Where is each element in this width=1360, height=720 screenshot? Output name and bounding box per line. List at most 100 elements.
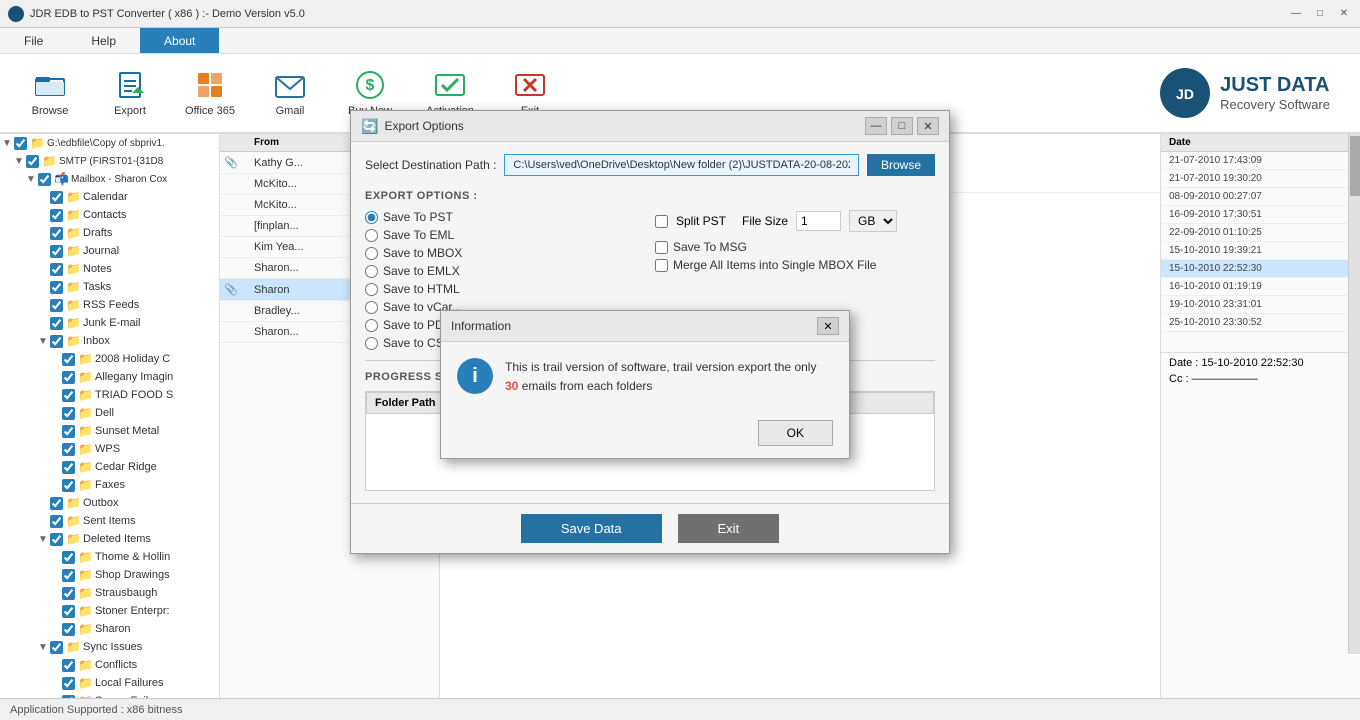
sidebar-item-calendar[interactable]: 📁 Calendar <box>0 188 219 206</box>
option-eml[interactable]: Save To EML <box>365 228 645 242</box>
sidebar-subitem-holiday[interactable]: 📁 2008 Holiday C <box>0 350 219 368</box>
menu-help[interactable]: Help <box>67 28 140 53</box>
sidebar-label: 2008 Holiday C <box>95 353 170 365</box>
gmail-button[interactable]: Gmail <box>250 58 330 128</box>
sidebar-label: Cedar Ridge <box>95 461 157 473</box>
date-row[interactable]: 21-07-2010 17:43:09 <box>1161 152 1360 170</box>
close-button[interactable]: ✕ <box>1336 6 1352 22</box>
date-row[interactable]: 22-09-2010 01:10:25 <box>1161 224 1360 242</box>
sidebar-subitem-server[interactable]: 📁 Server Failures <box>0 692 219 698</box>
sidebar-label: Deleted Items <box>83 533 151 545</box>
sidebar-subitem-local[interactable]: 📁 Local Failures <box>0 674 219 692</box>
sidebar-label: RSS Feeds <box>83 299 139 311</box>
path-label: Select Destination Path : <box>365 158 496 172</box>
date-row[interactable]: 15-10-2010 22:52:30 <box>1161 260 1360 278</box>
scrollbar[interactable] <box>1348 134 1360 654</box>
sidebar-item-outbox[interactable]: 📁 Outbox <box>0 494 219 512</box>
path-row: Select Destination Path : Browse <box>365 154 935 176</box>
office365-label: Office 365 <box>185 105 235 117</box>
sidebar-subitem-shop[interactable]: 📁 Shop Drawings <box>0 566 219 584</box>
sidebar-subitem-dell[interactable]: 📁 Dell <box>0 404 219 422</box>
sidebar-item-sent[interactable]: 📁 Sent Items <box>0 512 219 530</box>
exit-dialog-button[interactable]: Exit <box>678 514 780 543</box>
date-row[interactable]: 21-07-2010 19:30:20 <box>1161 170 1360 188</box>
split-pst-checkbox[interactable] <box>655 215 668 228</box>
info-dialog-close[interactable]: ✕ <box>817 317 839 335</box>
svg-text:JD: JD <box>1176 86 1194 102</box>
export-dialog-title: Export Options <box>384 119 463 133</box>
date-row[interactable]: 16-09-2010 17:30:51 <box>1161 206 1360 224</box>
folder-icon: 📁 <box>66 190 80 204</box>
buynow-icon: $ <box>354 69 386 101</box>
folder-icon: 📁 <box>66 280 80 294</box>
sidebar-label: Sent Items <box>83 515 136 527</box>
date-row[interactable]: 15-10-2010 19:39:21 <box>1161 242 1360 260</box>
dialog-close-button[interactable]: ✕ <box>917 117 939 135</box>
sidebar-item-inbox[interactable]: ▼ 📁 Inbox <box>0 332 219 350</box>
save-data-button[interactable]: Save Data <box>521 514 662 543</box>
dialog-minimize-button[interactable]: — <box>865 117 887 135</box>
option-emlx[interactable]: Save to EMLX <box>365 264 645 278</box>
folder-icon: 📁 <box>78 622 92 636</box>
split-unit-select[interactable]: GB MB <box>849 210 897 232</box>
sidebar-subitem-sharon[interactable]: 📁 Sharon <box>0 620 219 638</box>
sidebar-item-deleted[interactable]: ▼ 📁 Deleted Items <box>0 530 219 548</box>
office365-button[interactable]: Office 365 <box>170 58 250 128</box>
sidebar-subitem-sunset[interactable]: 📁 Sunset Metal <box>0 422 219 440</box>
folder-icon: 📁 <box>66 226 80 240</box>
sidebar-subitem-faxes[interactable]: 📁 Faxes <box>0 476 219 494</box>
date-row[interactable]: 25-10-2010 23:30:52 <box>1161 314 1360 332</box>
menu-file[interactable]: File <box>0 28 67 53</box>
browse-button[interactable]: Browse <box>10 58 90 128</box>
option-mbox-single[interactable]: Merge All Items into Single MBOX File <box>655 258 935 272</box>
browse-dialog-button[interactable]: Browse <box>867 154 935 176</box>
sidebar-item-tasks[interactable]: 📁 Tasks <box>0 278 219 296</box>
app-icon <box>8 6 24 22</box>
sidebar-subitem-wps[interactable]: 📁 WPS <box>0 440 219 458</box>
sidebar-subitem-triad[interactable]: 📁 TRIAD FOOD S <box>0 386 219 404</box>
sidebar-item-drafts[interactable]: 📁 Drafts <box>0 224 219 242</box>
sidebar-item-contacts[interactable]: 📁 Contacts <box>0 206 219 224</box>
dialog-maximize-button[interactable]: □ <box>891 117 913 135</box>
export-dialog-footer: Save Data Exit <box>351 503 949 553</box>
sidebar-item-notes[interactable]: 📁 Notes <box>0 260 219 278</box>
sidebar-label: Thome & Hollin <box>95 551 170 563</box>
option-html[interactable]: Save to HTML <box>365 282 645 296</box>
info-dialog-body: i This is trail version of software, tra… <box>441 342 849 412</box>
sidebar-item-journal[interactable]: 📁 Journal <box>0 242 219 260</box>
sidebar-item-mailbox[interactable]: ▼ 📬 Mailbox - Sharon Cox <box>0 170 219 188</box>
email-sender: McKito... <box>254 199 355 211</box>
sidebar-subitem-stoner[interactable]: 📁 Stoner Enterpr: <box>0 602 219 620</box>
sidebar-item-sync[interactable]: ▼ 📁 Sync Issues <box>0 638 219 656</box>
export-dialog-titlebar: 🔄 Export Options — □ ✕ <box>351 111 949 142</box>
sidebar-subitem-straus[interactable]: 📁 Strausbaugh <box>0 584 219 602</box>
sidebar-subitem-cedar[interactable]: 📁 Cedar Ridge <box>0 458 219 476</box>
menu-about[interactable]: About <box>140 28 219 53</box>
sidebar-label: Allegany Imagin <box>95 371 173 383</box>
sidebar-label: Outbox <box>83 497 118 509</box>
sidebar-item-junk[interactable]: 📁 Junk E-mail <box>0 314 219 332</box>
sidebar-item-root[interactable]: ▼ 📁 G:\edbfile\Copy of sbpriv1. <box>0 134 219 152</box>
option-pst[interactable]: Save To PST <box>365 210 645 224</box>
date-row[interactable]: 19-10-2010 23:31:01 <box>1161 296 1360 314</box>
minimize-button[interactable]: — <box>1288 6 1304 22</box>
date-row[interactable]: 16-10-2010 01:19:19 <box>1161 278 1360 296</box>
info-highlight: 30 <box>505 379 518 393</box>
sidebar-subitem-allegany[interactable]: 📁 Allegany Imagin <box>0 368 219 386</box>
date-row[interactable]: 08-09-2010 00:27:07 <box>1161 188 1360 206</box>
sidebar-item-smtp[interactable]: ▼ 📁 SMTP (FIRST01-{31D8 <box>0 152 219 170</box>
maximize-button[interactable]: □ <box>1312 6 1328 22</box>
split-size-input[interactable] <box>796 211 841 231</box>
path-input[interactable] <box>504 154 859 176</box>
ok-button[interactable]: OK <box>758 420 833 446</box>
sidebar-subitem-thome[interactable]: 📁 Thome & Hollin <box>0 548 219 566</box>
export-dialog-icon: 🔄 <box>361 118 378 135</box>
scrollbar-thumb[interactable] <box>1350 136 1360 196</box>
option-msg[interactable]: Save To MSG <box>655 240 935 254</box>
sidebar-item-rss[interactable]: 📁 RSS Feeds <box>0 296 219 314</box>
export-button[interactable]: Export <box>90 58 170 128</box>
option-mbox[interactable]: Save to MBOX <box>365 246 645 260</box>
sidebar-label: Sharon <box>95 623 130 635</box>
sidebar-subitem-conflicts[interactable]: 📁 Conflicts <box>0 656 219 674</box>
email-sender: Sharon... <box>254 262 355 274</box>
